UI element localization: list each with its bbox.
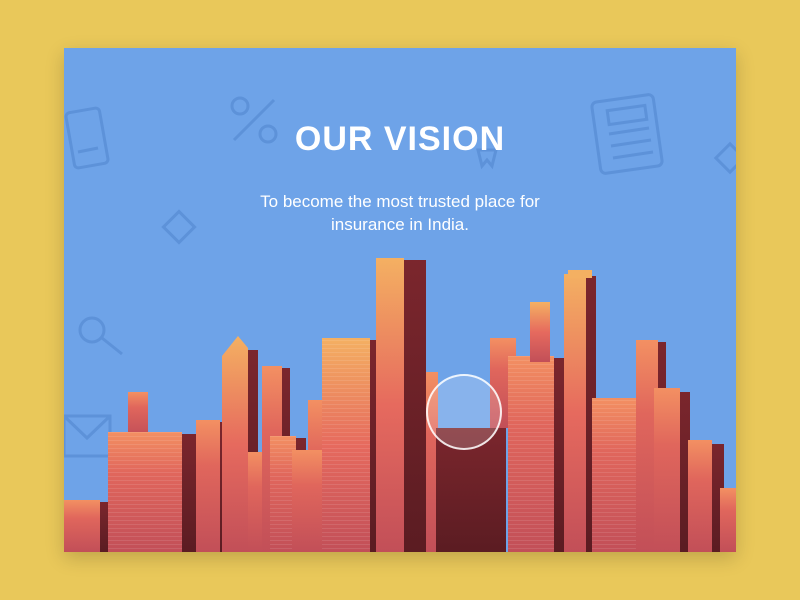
play-video-button[interactable] <box>426 374 502 450</box>
vision-card: OUR VISION To become the most trusted pl… <box>64 48 736 552</box>
buildings <box>64 258 736 552</box>
city-skyline-illustration <box>64 258 736 552</box>
